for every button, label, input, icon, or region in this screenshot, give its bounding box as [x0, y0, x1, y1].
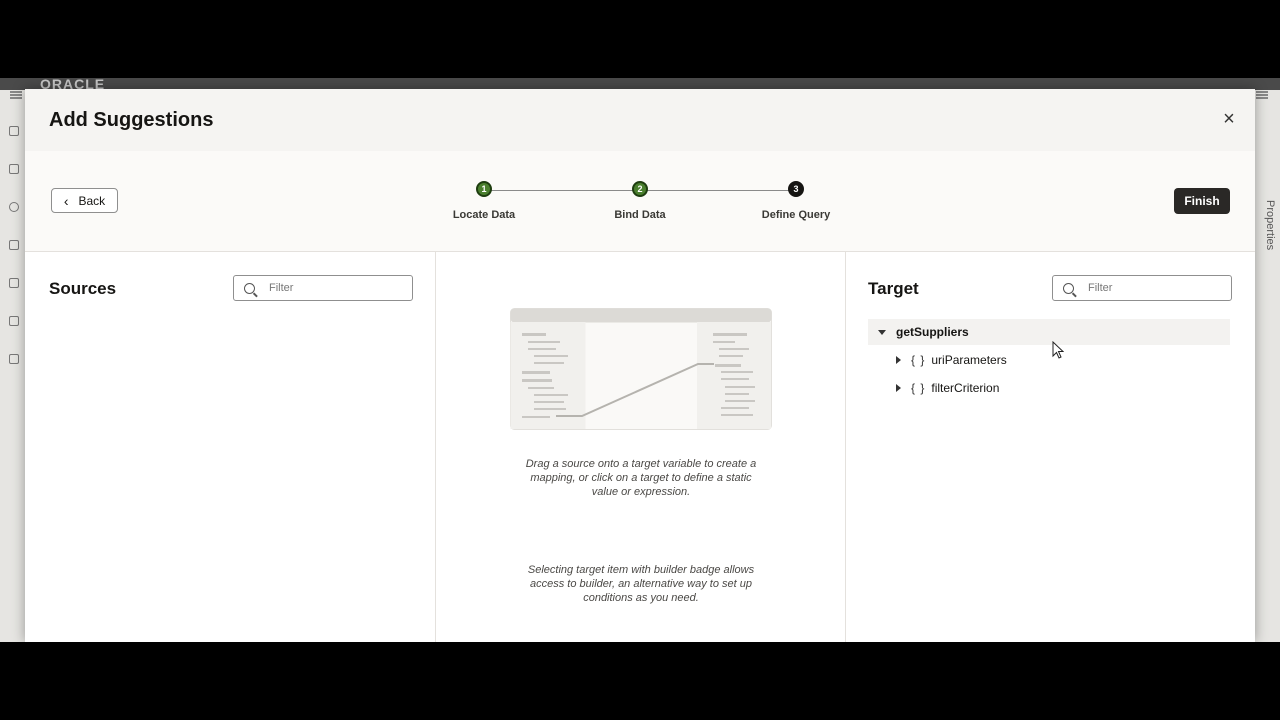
- dialog-header: Add Suggestions ×: [25, 89, 1255, 151]
- page-icon[interactable]: [9, 126, 19, 136]
- back-button-label: Back: [78, 193, 106, 208]
- add-suggestions-dialog: Add Suggestions × ‹ Back 1 Locate Data 2…: [25, 89, 1255, 642]
- components-icon[interactable]: [9, 316, 19, 326]
- step-label: Define Query: [761, 209, 831, 221]
- menu-right-icon[interactable]: [1256, 91, 1268, 99]
- tree-node-filtercriterion[interactable]: { } filterCriterion: [868, 375, 1230, 401]
- close-button[interactable]: ×: [1217, 107, 1241, 131]
- menu-icon[interactable]: [10, 91, 22, 99]
- tree-node-label: getSuppliers: [896, 325, 969, 339]
- braces-icon: { }: [911, 353, 926, 367]
- monitor-icon[interactable]: [9, 164, 19, 174]
- step-number: 3: [788, 181, 804, 197]
- tree-node-label: uriParameters: [931, 353, 1007, 367]
- sources-panel: Sources: [25, 252, 436, 642]
- step-define-query[interactable]: 3 Define Query: [736, 181, 856, 221]
- mouse-cursor-icon: [1052, 341, 1064, 359]
- search-icon: [244, 282, 255, 294]
- mapping-illustration: [510, 308, 772, 430]
- step-number: 1: [476, 181, 492, 197]
- tree-node-label: filterCriterion: [931, 381, 1000, 395]
- step-train-bar: ‹ Back 1 Locate Data 2 Bind Data 3 Defin…: [25, 151, 1255, 252]
- builder-hint-text: Selecting target item with builder badge…: [527, 564, 755, 604]
- step-bind-data[interactable]: 2 Bind Data: [580, 181, 700, 221]
- step-label: Bind Data: [614, 209, 666, 221]
- app-left-rail: [0, 90, 26, 642]
- caret-down-icon[interactable]: [878, 329, 886, 335]
- search-icon: [1063, 282, 1074, 294]
- back-button[interactable]: ‹ Back: [51, 188, 118, 213]
- caret-right-icon[interactable]: [896, 356, 901, 364]
- target-filter-input[interactable]: [1086, 281, 1220, 295]
- tree-node-getsuppliers[interactable]: getSuppliers: [868, 319, 1230, 345]
- database-icon[interactable]: [9, 240, 19, 250]
- step-number: 2: [632, 181, 648, 197]
- caret-right-icon[interactable]: [896, 384, 901, 392]
- app-right-rail: Properties: [1255, 90, 1280, 642]
- braces-icon: { }: [911, 381, 926, 395]
- target-title: Target: [868, 279, 919, 298]
- document-icon[interactable]: [9, 354, 19, 364]
- target-panel: Target getSuppliers { } uriParameters { …: [846, 252, 1255, 642]
- tree-node-uriparameters[interactable]: { } uriParameters: [868, 347, 1230, 373]
- drag-hint-text: Drag a source onto a target variable to …: [525, 458, 757, 498]
- dialog-title: Add Suggestions: [49, 109, 214, 131]
- globe-icon[interactable]: [9, 202, 19, 212]
- mapping-illustration-panel: Drag a source onto a target variable to …: [436, 252, 846, 642]
- sources-title: Sources: [49, 279, 117, 298]
- step-label: Locate Data: [452, 209, 516, 221]
- sources-filter[interactable]: [233, 275, 413, 301]
- properties-tab[interactable]: Properties: [1264, 200, 1276, 250]
- step-locate-data[interactable]: 1 Locate Data: [424, 181, 544, 221]
- target-filter[interactable]: [1052, 275, 1232, 301]
- finish-button[interactable]: Finish: [1174, 188, 1230, 214]
- puzzle-icon[interactable]: [9, 278, 19, 288]
- chevron-left-icon: ‹: [63, 192, 69, 209]
- sources-filter-input[interactable]: [267, 281, 401, 295]
